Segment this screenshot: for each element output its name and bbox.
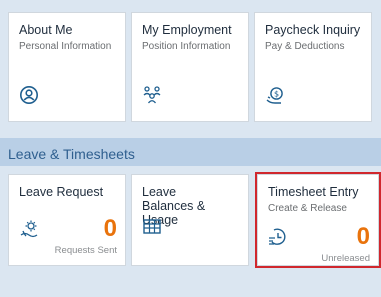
leave-balances-tile[interactable]: Leave Balances & Usage xyxy=(131,174,249,266)
my-employment-tile[interactable]: My Employment Position Information xyxy=(131,12,249,122)
person-circle-icon xyxy=(20,86,38,104)
money-hand-icon: $ xyxy=(266,87,283,104)
leave-request-tile[interactable]: Leave Request 0 Requests Sent xyxy=(8,174,126,266)
about-me-tile[interactable]: About Me Personal Information xyxy=(8,12,126,122)
group-icon xyxy=(143,86,161,104)
kpi-value: 0 xyxy=(103,215,117,242)
tile-subtitle: Personal Information xyxy=(19,41,112,52)
tile-title: Leave Request xyxy=(19,185,104,199)
table-icon xyxy=(143,219,161,234)
tile-subtitle: Position Information xyxy=(142,41,231,52)
paycheck-inquiry-tile[interactable]: Paycheck Inquiry Pay & Deductions $ xyxy=(254,12,372,122)
tile-footer: Requests Sent xyxy=(54,245,117,256)
tile-title: About Me xyxy=(19,23,73,37)
tile-subtitle: Pay & Deductions xyxy=(265,41,345,52)
group-title: Leave & Timesheets xyxy=(8,146,135,162)
tile-title: My Employment xyxy=(142,23,232,37)
beach-sun-icon xyxy=(20,220,38,238)
svg-text:$: $ xyxy=(274,89,279,98)
selection-highlight xyxy=(255,172,381,268)
tile-title: Paycheck Inquiry xyxy=(265,23,361,37)
